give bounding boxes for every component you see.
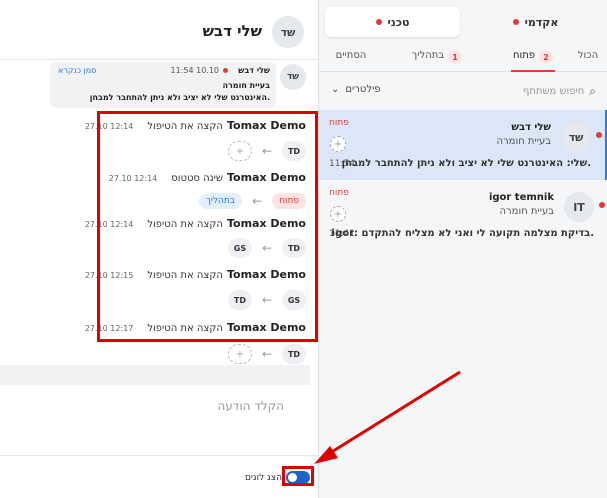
- tab-academic[interactable]: אקדמי: [464, 7, 607, 37]
- message-body: האינטרנט שלי לא יציב ולא ניתן להתחבר למב…: [89, 93, 270, 102]
- ticket-item[interactable]: IT igor temnik בעיית חומרה igor: בדיקת מ…: [319, 180, 607, 250]
- ticket-time: 11:41: [329, 229, 355, 239]
- tab-all[interactable]: הכול: [575, 50, 601, 72]
- conversation-header: שד שלי דבש: [0, 0, 318, 60]
- bottom-bar: הצג לוגים: [0, 455, 318, 498]
- message-subject: בעיית חומרה: [222, 81, 270, 90]
- ticket-subject: בעיית חומרה: [499, 206, 555, 217]
- add-assignee-button[interactable]: +: [330, 206, 346, 222]
- message-time: 11:54 10.10: [170, 66, 228, 75]
- tab-done[interactable]: הסתיים: [331, 50, 371, 72]
- filters-label: פילטרים: [345, 84, 381, 95]
- notification-dot-icon: [512, 19, 519, 25]
- tab-open[interactable]: פתוח 2: [511, 50, 555, 72]
- message-input[interactable]: הקלד הודעה: [0, 385, 310, 445]
- filters-dropdown[interactable]: ⌄ פילטרים: [331, 84, 381, 95]
- status-badge: פתוח: [329, 188, 349, 198]
- chevron-down-icon: ⌄: [331, 84, 340, 95]
- tab-label: פתוח: [512, 50, 536, 61]
- status-badge: פתוח: [329, 118, 349, 128]
- message-author: שלי דבש: [238, 66, 270, 75]
- ticket-item[interactable]: שד שלי דבש בעיית חומרה שלי: האינטרנט שלי…: [319, 110, 607, 180]
- ticket-time: 11:54: [329, 159, 355, 169]
- category-tabs: טכני אקדמי: [325, 7, 607, 37]
- ticket-subject: בעיית חומרה: [496, 136, 552, 147]
- message-item: שד שלי דבש 11:54 10.10 סמן כנקרא בעיית ח…: [0, 60, 318, 110]
- search-input[interactable]: חיפוש משתתף ⌕: [523, 84, 596, 99]
- search-placeholder: חיפוש משתתף: [522, 86, 585, 97]
- tab-label: הסתיים: [335, 50, 367, 61]
- compose-toolbar: [0, 365, 310, 385]
- avatar: שד: [561, 122, 591, 152]
- unread-dot-icon: [223, 68, 228, 73]
- search-row: ⌄ פילטרים חיפוש משתתף ⌕: [319, 80, 607, 102]
- avatar: שד: [280, 64, 306, 90]
- annotation-highlight-box: [282, 466, 314, 486]
- tab-technical[interactable]: טכני: [325, 7, 460, 37]
- message-input-placeholder: הקלד הודעה: [217, 399, 284, 413]
- notification-dot-icon: [375, 19, 382, 25]
- event-chips: TD ← +: [227, 344, 306, 364]
- count-badge: 1: [448, 50, 463, 64]
- search-icon: ⌕: [589, 84, 596, 98]
- ticket-name: igor temnik: [488, 192, 554, 203]
- unread-dot-icon: [599, 202, 605, 208]
- assignee-chip: TD: [282, 344, 306, 364]
- avatar: IT: [564, 192, 594, 222]
- add-assignee-button[interactable]: +: [227, 344, 252, 364]
- message-bubble: שלי דבש 11:54 10.10 סמן כנקרא בעיית חומר…: [50, 62, 276, 108]
- tab-in-progress[interactable]: בתהליך 1: [403, 50, 471, 72]
- message-time-text: 11:54 10.10: [170, 66, 220, 75]
- annotation-highlight-box: [97, 111, 318, 342]
- arrow-left-icon: ←: [261, 347, 272, 361]
- tab-label: טכני: [387, 15, 410, 29]
- add-assignee-button[interactable]: +: [330, 136, 346, 152]
- ticket-preview: שלי: האינטרנט שלי לא יציב ולא ניתן להתחב…: [341, 158, 591, 169]
- tab-label: אקדמי: [524, 15, 559, 29]
- tab-label: בתהליך: [411, 50, 445, 61]
- show-logs-label: הצג לוגים: [244, 473, 282, 483]
- status-tabs: הסתיים בתהליך 1 פתוח 2 הכול: [319, 44, 607, 72]
- avatar: שד: [272, 16, 304, 48]
- ticket-list-panel: טכני אקדמי הסתיים בתהליך 1 פתוח 2 הכול ⌄…: [318, 0, 607, 498]
- ticket-preview: igor: בדיקת מצלמה תקועה לי ואני לא מצליח…: [331, 228, 594, 239]
- ticket-name: שלי דבש: [511, 122, 551, 133]
- page-title: שלי דבש: [202, 22, 262, 40]
- count-badge: 2: [539, 50, 554, 64]
- tab-label: הכול: [577, 50, 599, 61]
- mark-read-link[interactable]: סמן כנקרא: [58, 66, 96, 75]
- unread-dot-icon: [596, 132, 602, 138]
